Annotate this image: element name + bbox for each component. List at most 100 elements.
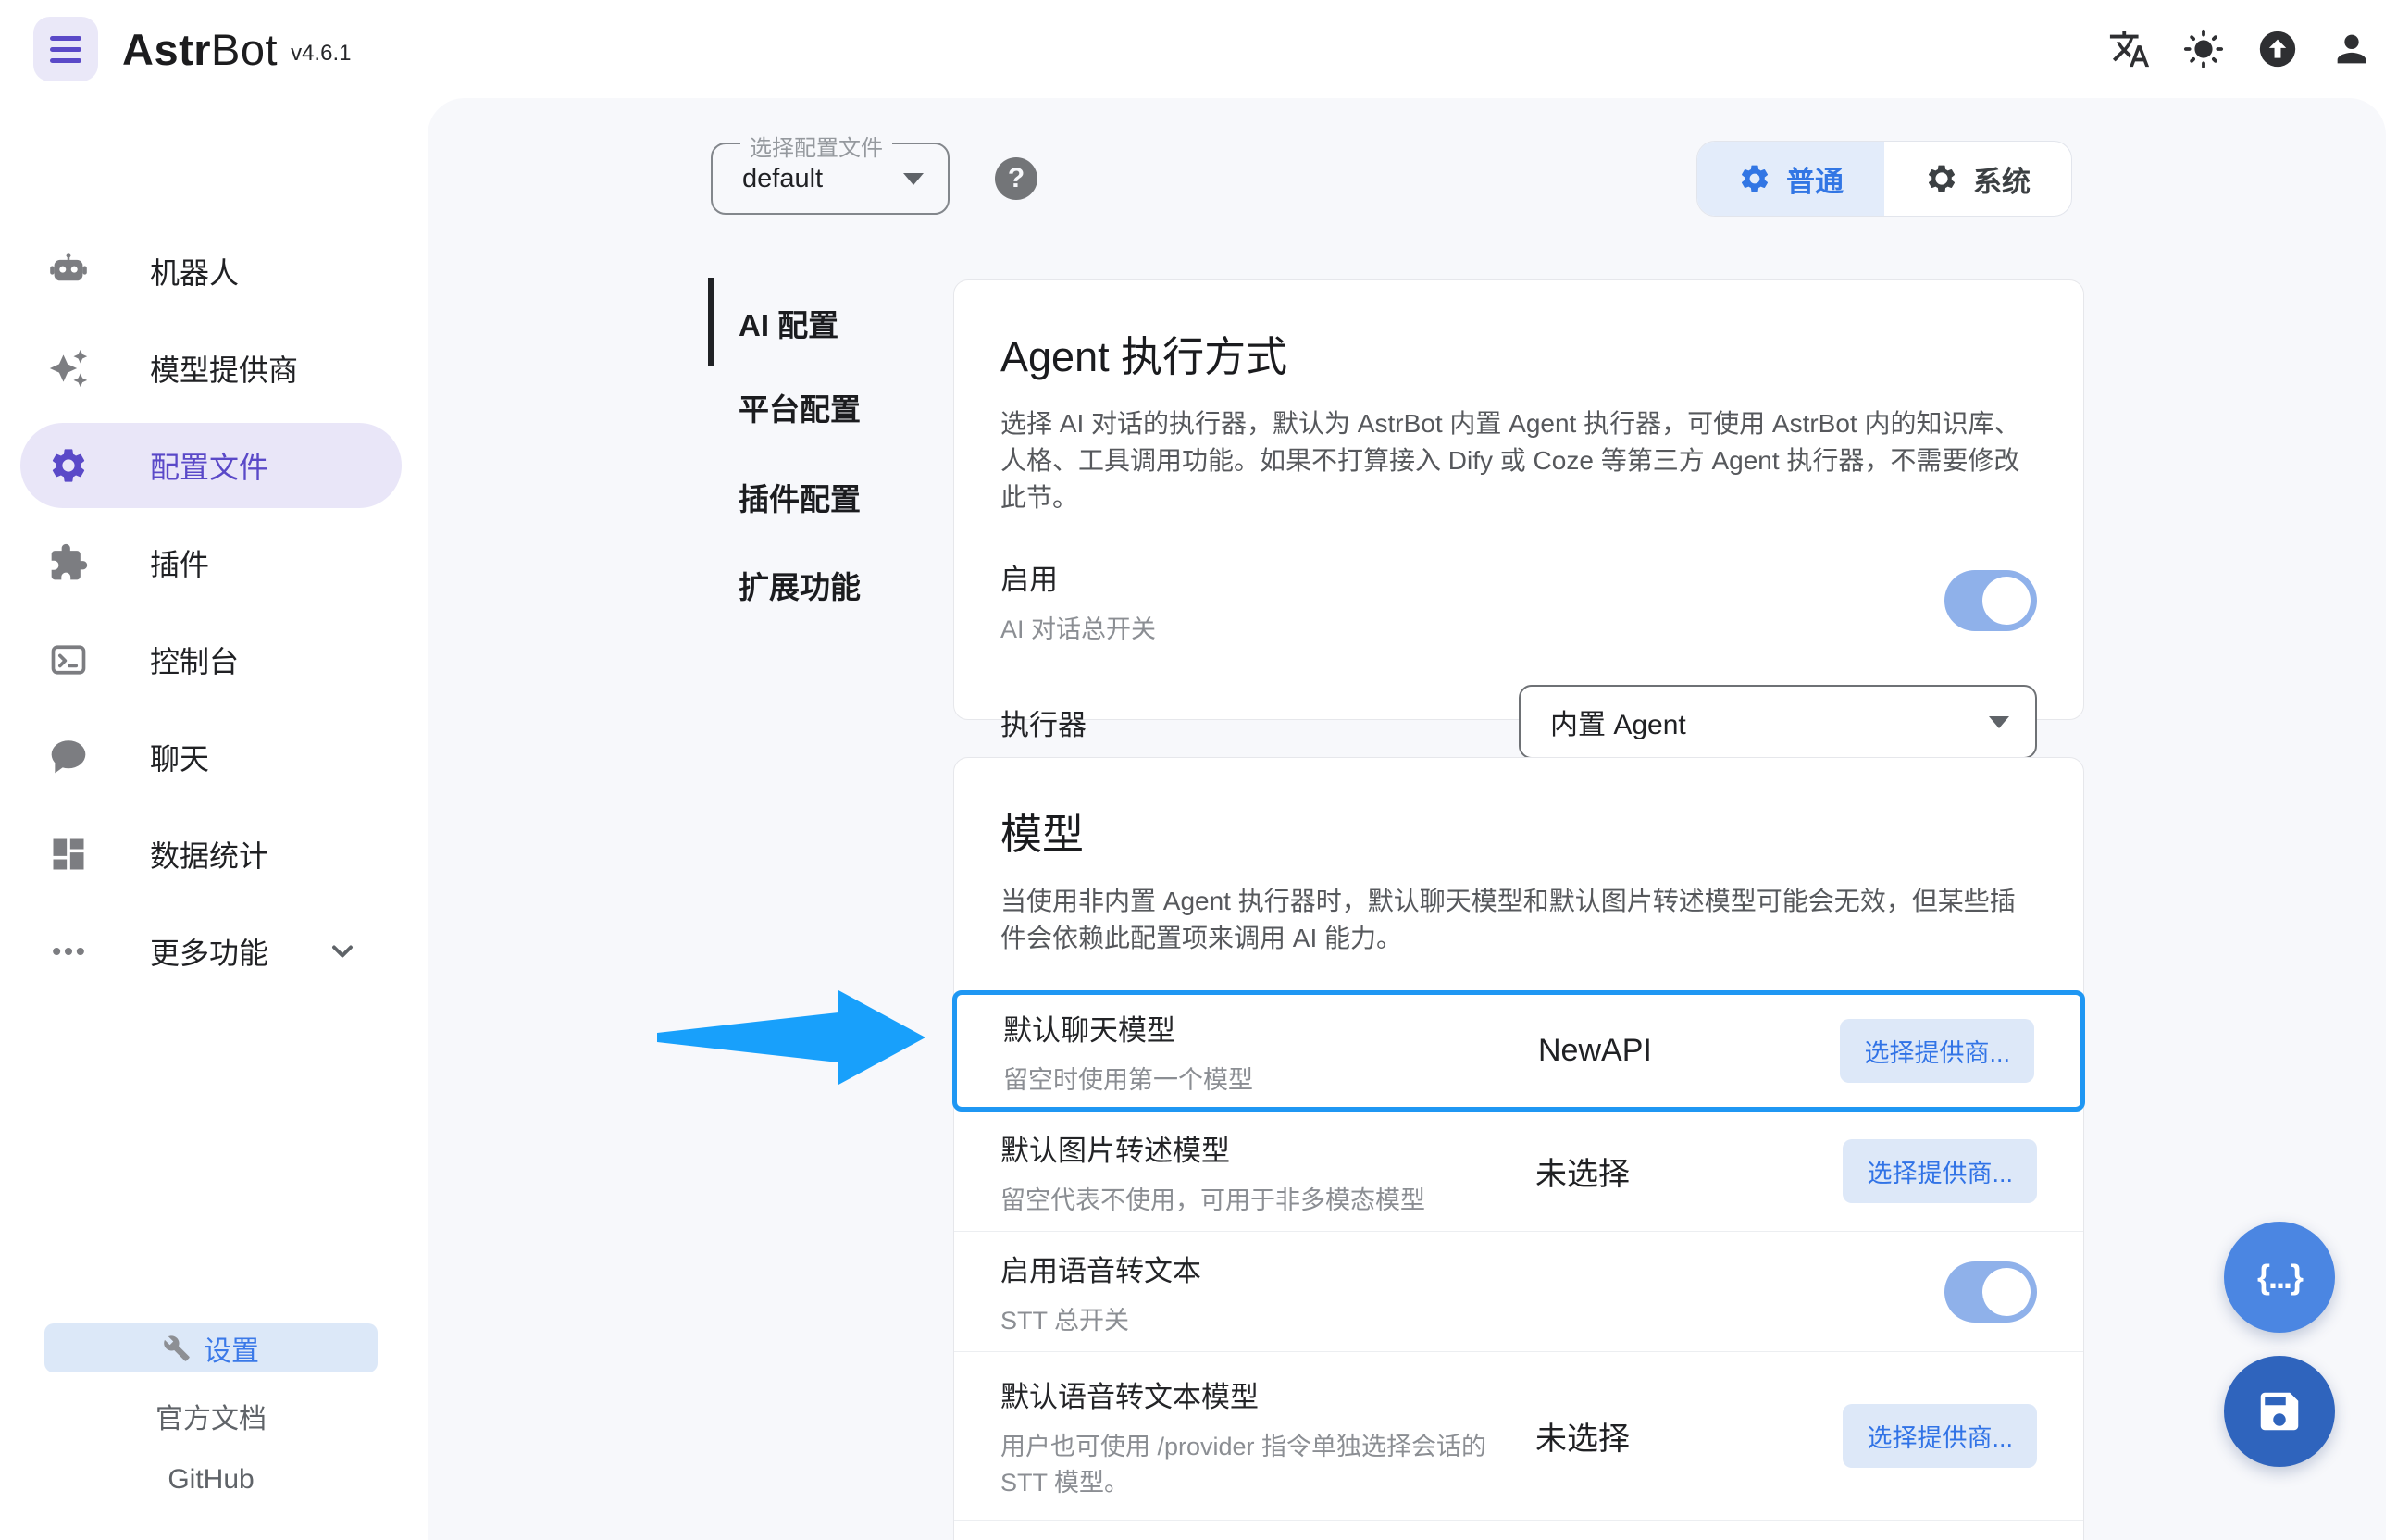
sidebar-item-more[interactable]: 更多功能 bbox=[20, 909, 402, 994]
sidebar-item-stats[interactable]: 数据统计 bbox=[20, 812, 402, 897]
default-image-caption-model-row: 默认图片转述模型 留空代表不使用，可用于非多模态模型 未选择 选择提供商... bbox=[954, 1112, 2083, 1232]
robot-icon bbox=[48, 251, 89, 292]
hamburger-icon bbox=[50, 36, 81, 41]
sidebar-item-robots[interactable]: 机器人 bbox=[20, 229, 402, 314]
sidebar-item-providers[interactable]: 模型提供商 bbox=[20, 326, 402, 411]
content-panel: 选择配置文件 default ? 普通 系统 AI 配置 平台配置 插件配置 扩… bbox=[428, 98, 2386, 1540]
select-provider-button[interactable]: 选择提供商... bbox=[1843, 1139, 2037, 1203]
row-label: 默认语音转文本模型 bbox=[1000, 1373, 1535, 1415]
chat-icon bbox=[48, 737, 89, 777]
version-label: v4.6.1 bbox=[291, 41, 351, 67]
sidebar-item-profiles[interactable]: 配置文件 bbox=[20, 423, 402, 508]
brand-name: AstrBot bbox=[122, 24, 278, 75]
caret-down-icon bbox=[1989, 716, 2009, 728]
toggle-knob bbox=[1982, 577, 2031, 625]
select-provider-button[interactable]: 选择提供商... bbox=[1843, 1404, 2037, 1468]
update-icon[interactable] bbox=[2256, 28, 2299, 70]
chevron-down-icon bbox=[326, 935, 359, 968]
row-sublabel: STT 总开关 bbox=[1000, 1300, 1535, 1336]
executor-select[interactable]: 内置 Agent bbox=[1519, 685, 2037, 759]
sidebar: 机器人 模型提供商 配置文件 插件 控制台 聊天 数据统计 bbox=[0, 98, 428, 1540]
section-nav-plugin[interactable]: 插件配置 bbox=[739, 475, 861, 512]
tab-normal[interactable]: 普通 bbox=[1697, 142, 1884, 216]
code-braces-icon: {...} bbox=[2257, 1258, 2302, 1297]
gear-filled-icon bbox=[1738, 162, 1771, 195]
brightness-icon[interactable] bbox=[2182, 28, 2225, 70]
row-value: 未选择 bbox=[1535, 1149, 1630, 1194]
executor-label: 执行器 bbox=[1000, 702, 1087, 743]
row-label: 启用语音转文本 bbox=[1000, 1248, 1535, 1289]
enable-ai-toggle[interactable] bbox=[1944, 570, 2037, 631]
config-scope-tabs: 普通 系统 bbox=[1696, 141, 2072, 217]
enable-ai-label: 启用 bbox=[1000, 556, 1156, 598]
sidebar-item-label: 配置文件 bbox=[150, 444, 268, 487]
dashboard-icon bbox=[48, 834, 89, 875]
terminal-icon bbox=[48, 640, 89, 680]
help-icon[interactable]: ? bbox=[995, 157, 1037, 200]
enable-tts-row: 启用文本转语音 TTS 总开关 bbox=[954, 1521, 2083, 1540]
sidebar-item-plugins[interactable]: 插件 bbox=[20, 520, 402, 605]
sparkles-icon bbox=[48, 348, 89, 389]
profile-select-label: 选择配置文件 bbox=[740, 130, 892, 162]
sidebar-item-chat[interactable]: 聊天 bbox=[20, 714, 402, 800]
top-app-bar: AstrBot v4.6.1 bbox=[0, 0, 2397, 98]
sidebar-item-label: 机器人 bbox=[150, 250, 239, 292]
row-label: 默认聊天模型 bbox=[1003, 1007, 1538, 1049]
model-card-description: 当使用非内置 Agent 执行器时，默认聊天模型和默认图片转述模型可能会无效，但… bbox=[1000, 883, 2037, 957]
gear-icon bbox=[48, 445, 89, 486]
caret-down-icon bbox=[903, 173, 924, 185]
brand-bold: Astr bbox=[122, 25, 211, 74]
model-card-title: 模型 bbox=[1000, 801, 2037, 861]
section-nav-platform[interactable]: 平台配置 bbox=[739, 385, 861, 422]
save-icon bbox=[2254, 1386, 2304, 1436]
sidebar-item-label: 更多功能 bbox=[150, 930, 268, 973]
gear-outline-icon bbox=[1925, 162, 1958, 195]
row-sublabel: 留空代表不使用，可用于非多模态模型 bbox=[1000, 1180, 1535, 1216]
row-value: NewAPI bbox=[1538, 1033, 1652, 1069]
row-sublabel: 用户也可使用 /provider 指令单独选择会话的 STT 模型。 bbox=[1000, 1426, 1535, 1498]
profile-select-value: default bbox=[742, 164, 823, 194]
tab-normal-label: 普通 bbox=[1786, 158, 1844, 200]
sidebar-item-label: 模型提供商 bbox=[150, 347, 298, 390]
sidebar-item-label: 控制台 bbox=[150, 639, 239, 681]
puzzle-icon bbox=[48, 542, 89, 583]
tab-system-label: 系统 bbox=[1973, 158, 2031, 200]
agent-card-title: Agent 执行方式 bbox=[1000, 323, 2037, 383]
row-sublabel: 留空时使用第一个模型 bbox=[1003, 1060, 1538, 1096]
enable-ai-row: 启用 AI 对话总开关 bbox=[954, 550, 2083, 652]
model-card: 模型 当使用非内置 Agent 执行器时，默认聊天模型和默认图片转述模型可能会无… bbox=[953, 757, 2084, 1540]
sidebar-item-label: 聊天 bbox=[150, 736, 209, 778]
hamburger-menu-button[interactable] bbox=[33, 17, 98, 81]
topbar-actions bbox=[2108, 28, 2373, 70]
default-chat-model-row: 默认聊天模型 留空时使用第一个模型 NewAPI 选择提供商... bbox=[952, 990, 2085, 1112]
row-value: 未选择 bbox=[1535, 1413, 1630, 1459]
select-provider-button[interactable]: 选择提供商... bbox=[1840, 1019, 2034, 1083]
section-nav-ai[interactable]: AI 配置 bbox=[739, 301, 838, 338]
ellipsis-icon bbox=[48, 931, 89, 972]
sidebar-item-label: 数据统计 bbox=[150, 833, 268, 876]
translate-icon[interactable] bbox=[2108, 28, 2151, 70]
settings-button-label: 设置 bbox=[204, 1328, 259, 1369]
agent-card: Agent 执行方式 选择 AI 对话的执行器，默认为 AstrBot 内置 A… bbox=[953, 279, 2084, 720]
account-icon[interactable] bbox=[2330, 28, 2373, 70]
annotation-arrow-icon bbox=[657, 985, 927, 1092]
enable-ai-sublabel: AI 对话总开关 bbox=[1000, 609, 1156, 645]
sidebar-item-console[interactable]: 控制台 bbox=[20, 617, 402, 702]
sidebar-item-label: 插件 bbox=[150, 541, 209, 584]
agent-card-description: 选择 AI 对话的执行器，默认为 AstrBot 内置 Agent 执行器，可使… bbox=[1000, 405, 2037, 516]
row-label: 默认图片转述模型 bbox=[1000, 1127, 1535, 1169]
active-section-indicator bbox=[708, 278, 714, 366]
save-button[interactable] bbox=[2224, 1356, 2335, 1467]
brand-light: Bot bbox=[211, 25, 278, 74]
stt-toggle[interactable] bbox=[1944, 1261, 2037, 1323]
wrench-icon bbox=[163, 1335, 191, 1362]
docs-link[interactable]: 官方文档 bbox=[44, 1396, 378, 1436]
settings-button[interactable]: 设置 bbox=[44, 1323, 378, 1372]
profile-select[interactable]: 选择配置文件 default bbox=[711, 143, 950, 215]
edit-config-json-button[interactable]: {...} bbox=[2224, 1222, 2335, 1333]
tab-system[interactable]: 系统 bbox=[1884, 142, 2071, 216]
section-nav-extension[interactable]: 扩展功能 bbox=[739, 563, 861, 600]
executor-select-value: 内置 Agent bbox=[1550, 702, 1686, 742]
github-link[interactable]: GitHub bbox=[44, 1464, 378, 1496]
enable-stt-row: 启用语音转文本 STT 总开关 bbox=[954, 1232, 2083, 1352]
